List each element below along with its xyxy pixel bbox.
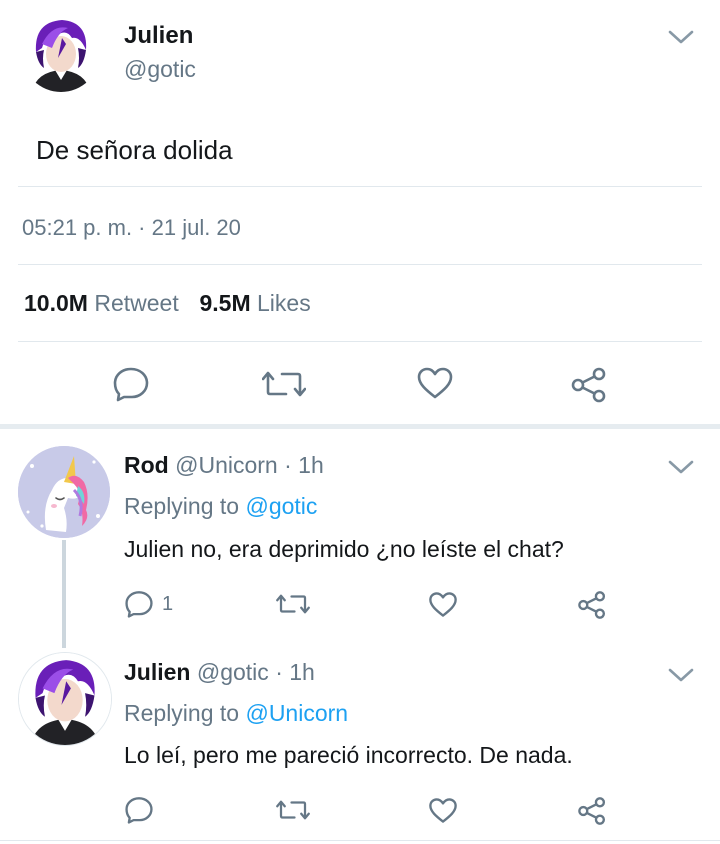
retweets-count[interactable]: 10.0M: [24, 290, 88, 316]
avatar-image: [22, 14, 100, 92]
reply-icon[interactable]: [124, 796, 162, 824]
reply-text: Julien no, era deprimido ¿no leíste el c…: [124, 536, 564, 562]
like-icon[interactable]: [428, 591, 458, 618]
reply-handle[interactable]: @Unicorn: [175, 452, 278, 478]
main-tweet-text: De señora dolida: [36, 135, 233, 165]
divider: [18, 341, 702, 342]
share-icon[interactable]: [577, 590, 607, 620]
likes-label[interactable]: Likes: [257, 290, 311, 316]
reply-header: Julien @gotic · 1h: [124, 659, 315, 686]
reply-handle[interactable]: @gotic: [197, 659, 269, 685]
avatar-julien[interactable]: [22, 14, 100, 92]
retweets-label[interactable]: Retweet: [94, 290, 178, 316]
retweet-icon[interactable]: [276, 592, 310, 616]
replying-to-link[interactable]: @Unicorn: [245, 700, 348, 726]
like-icon[interactable]: [416, 366, 454, 400]
engagement-stats: 10.0M Retweet 9.5M Likes: [24, 290, 311, 317]
divider: [0, 840, 720, 841]
likes-count[interactable]: 9.5M: [199, 290, 250, 316]
replying-to-link[interactable]: @gotic: [245, 493, 317, 519]
reply-time: · 1h: [275, 659, 315, 685]
replying-to: Replying to @Unicorn: [124, 700, 348, 727]
reply-icon[interactable]: [112, 366, 150, 402]
divider: [18, 186, 702, 187]
avatar-julien[interactable]: [18, 652, 112, 746]
thread-line: [62, 540, 66, 648]
share-icon[interactable]: [570, 366, 608, 404]
chevron-down-icon[interactable]: [668, 666, 694, 684]
retweet-icon[interactable]: [262, 368, 306, 400]
reply-display-name[interactable]: Rod: [124, 452, 169, 478]
reply-header: Rod @Unicorn · 1h: [124, 452, 324, 479]
chevron-down-icon[interactable]: [668, 458, 694, 476]
avatar-image: [18, 446, 110, 538]
reply-count: 1: [162, 592, 174, 615]
retweet-icon[interactable]: [276, 798, 310, 822]
like-icon[interactable]: [428, 797, 458, 824]
main-handle[interactable]: @gotic: [124, 56, 196, 83]
chevron-down-icon[interactable]: [668, 28, 694, 46]
reply-icon[interactable]: 1: [124, 590, 173, 618]
avatar-image: [19, 653, 111, 745]
reply-time: · 1h: [284, 452, 324, 478]
replying-to-label: Replying to: [124, 700, 240, 726]
reply-display-name[interactable]: Julien: [124, 659, 190, 685]
section-separator: [0, 424, 720, 429]
replying-to-label: Replying to: [124, 493, 240, 519]
replying-to: Replying to @gotic: [124, 493, 317, 520]
main-timestamp[interactable]: 05:21 p. m. · 21 jul. 20: [22, 215, 241, 241]
divider: [18, 264, 702, 265]
share-icon[interactable]: [577, 796, 607, 826]
main-display-name[interactable]: Julien: [124, 22, 193, 50]
avatar-rod[interactable]: [18, 446, 110, 538]
reply-text: Lo leí, pero me pareció incorrecto. De n…: [124, 742, 573, 768]
